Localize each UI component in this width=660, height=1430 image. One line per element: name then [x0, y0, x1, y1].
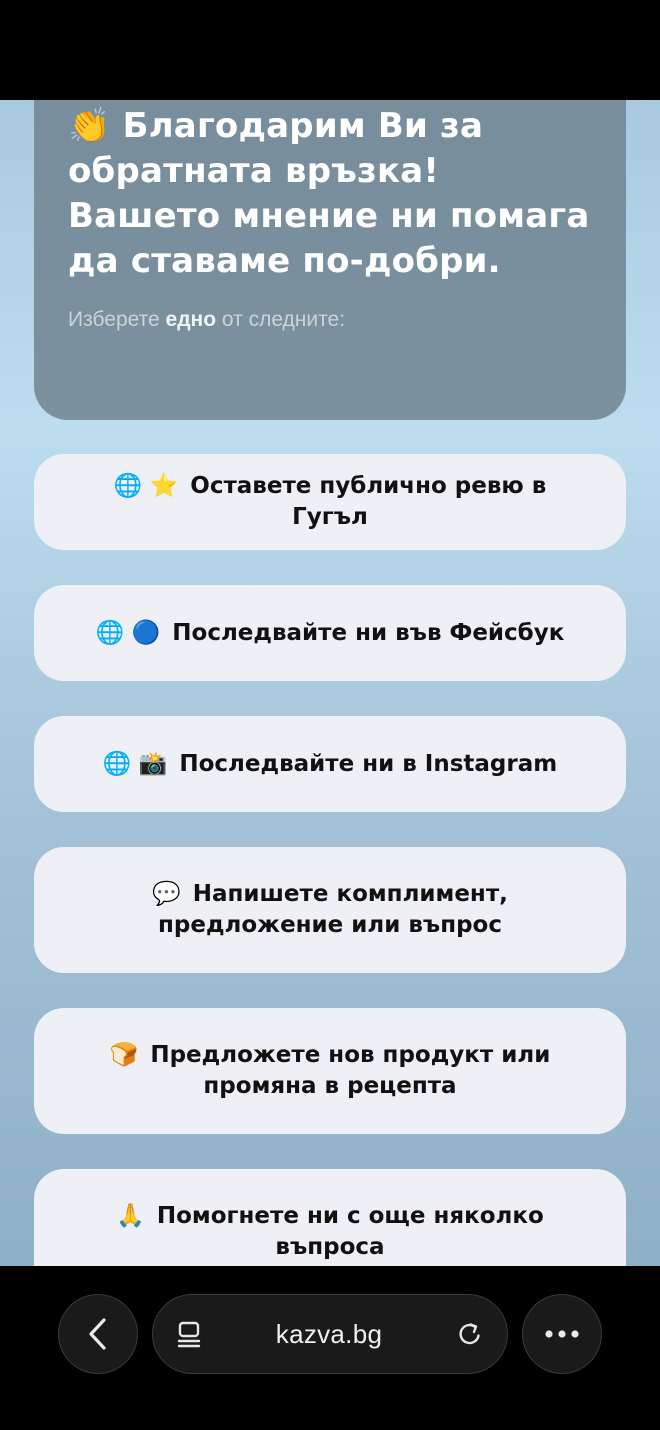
page-menu-icon[interactable]	[175, 1320, 203, 1348]
selection-hint: Изберете едно от следните:	[68, 306, 592, 334]
more-dots-icon	[544, 1329, 580, 1339]
option-google-review-button[interactable]: 🌐 ⭐ Оставете публично ревю в Гугъл	[34, 454, 626, 550]
folded-hands-icon: 🙏	[116, 1203, 145, 1229]
more-button[interactable]	[522, 1294, 602, 1374]
option-label: Оставете публично ревю в Гугъл	[190, 473, 547, 530]
reload-icon[interactable]	[455, 1319, 485, 1349]
option-label: Помогнете ни с още няколко въпроса	[156, 1203, 544, 1260]
globe-camera-icon: 🌐 📸	[102, 750, 168, 777]
page-title: 👏 Благодарим Ви за обратната връзка! Ваш…	[68, 104, 592, 284]
option-new-product-button[interactable]: 🍞 Предложете нов продукт или промяна в р…	[34, 1008, 626, 1134]
option-label: Предложете нов продукт или промяна в рец…	[150, 1042, 551, 1099]
globe-star-icon: 🌐 ⭐	[113, 473, 179, 499]
option-instagram-button[interactable]: 🌐 📸 Последвайте ни в Instagram	[34, 716, 626, 812]
hint-bold: едно	[165, 308, 217, 331]
option-compliment-button[interactable]: 💬 Напишете комплимент, предложение или в…	[34, 847, 626, 973]
option-label: Последвайте ни в Instagram	[179, 750, 558, 777]
globe-blue-circle-icon: 🌐 🔵	[95, 619, 161, 646]
hint-prefix: Изберете	[68, 308, 160, 331]
clapping-hands-icon: 👏	[68, 106, 111, 146]
speech-bubble-icon: 💬	[152, 881, 181, 907]
back-button[interactable]	[58, 1294, 138, 1374]
option-label: Напишете комплимент, предложение или въп…	[158, 881, 508, 938]
thank-you-card: 👏 Благодарим Ви за обратната връзка! Ваш…	[34, 100, 626, 420]
page-title-text: Благодарим Ви за обратната връзка! Вашет…	[68, 106, 590, 281]
option-facebook-button[interactable]: 🌐 🔵 Последвайте ни във Фейсбук	[34, 585, 626, 681]
hint-suffix: от следните:	[221, 308, 346, 331]
address-bar[interactable]: kazva.bg	[152, 1294, 508, 1374]
option-label: Последвайте ни във Фейсбук	[172, 619, 565, 646]
browser-toolbar: kazva.bg	[0, 1266, 660, 1430]
page-content[interactable]: 👏 Благодарим Ви за обратната връзка! Ваш…	[0, 100, 660, 1266]
back-chevron-icon	[87, 1317, 109, 1351]
url-text[interactable]: kazva.bg	[276, 1319, 382, 1350]
bread-icon: 🍞	[109, 1042, 139, 1068]
option-more-questions-button[interactable]: 🙏 Помогнете ни с още няколко въпроса	[34, 1169, 626, 1266]
status-bar	[0, 0, 660, 100]
